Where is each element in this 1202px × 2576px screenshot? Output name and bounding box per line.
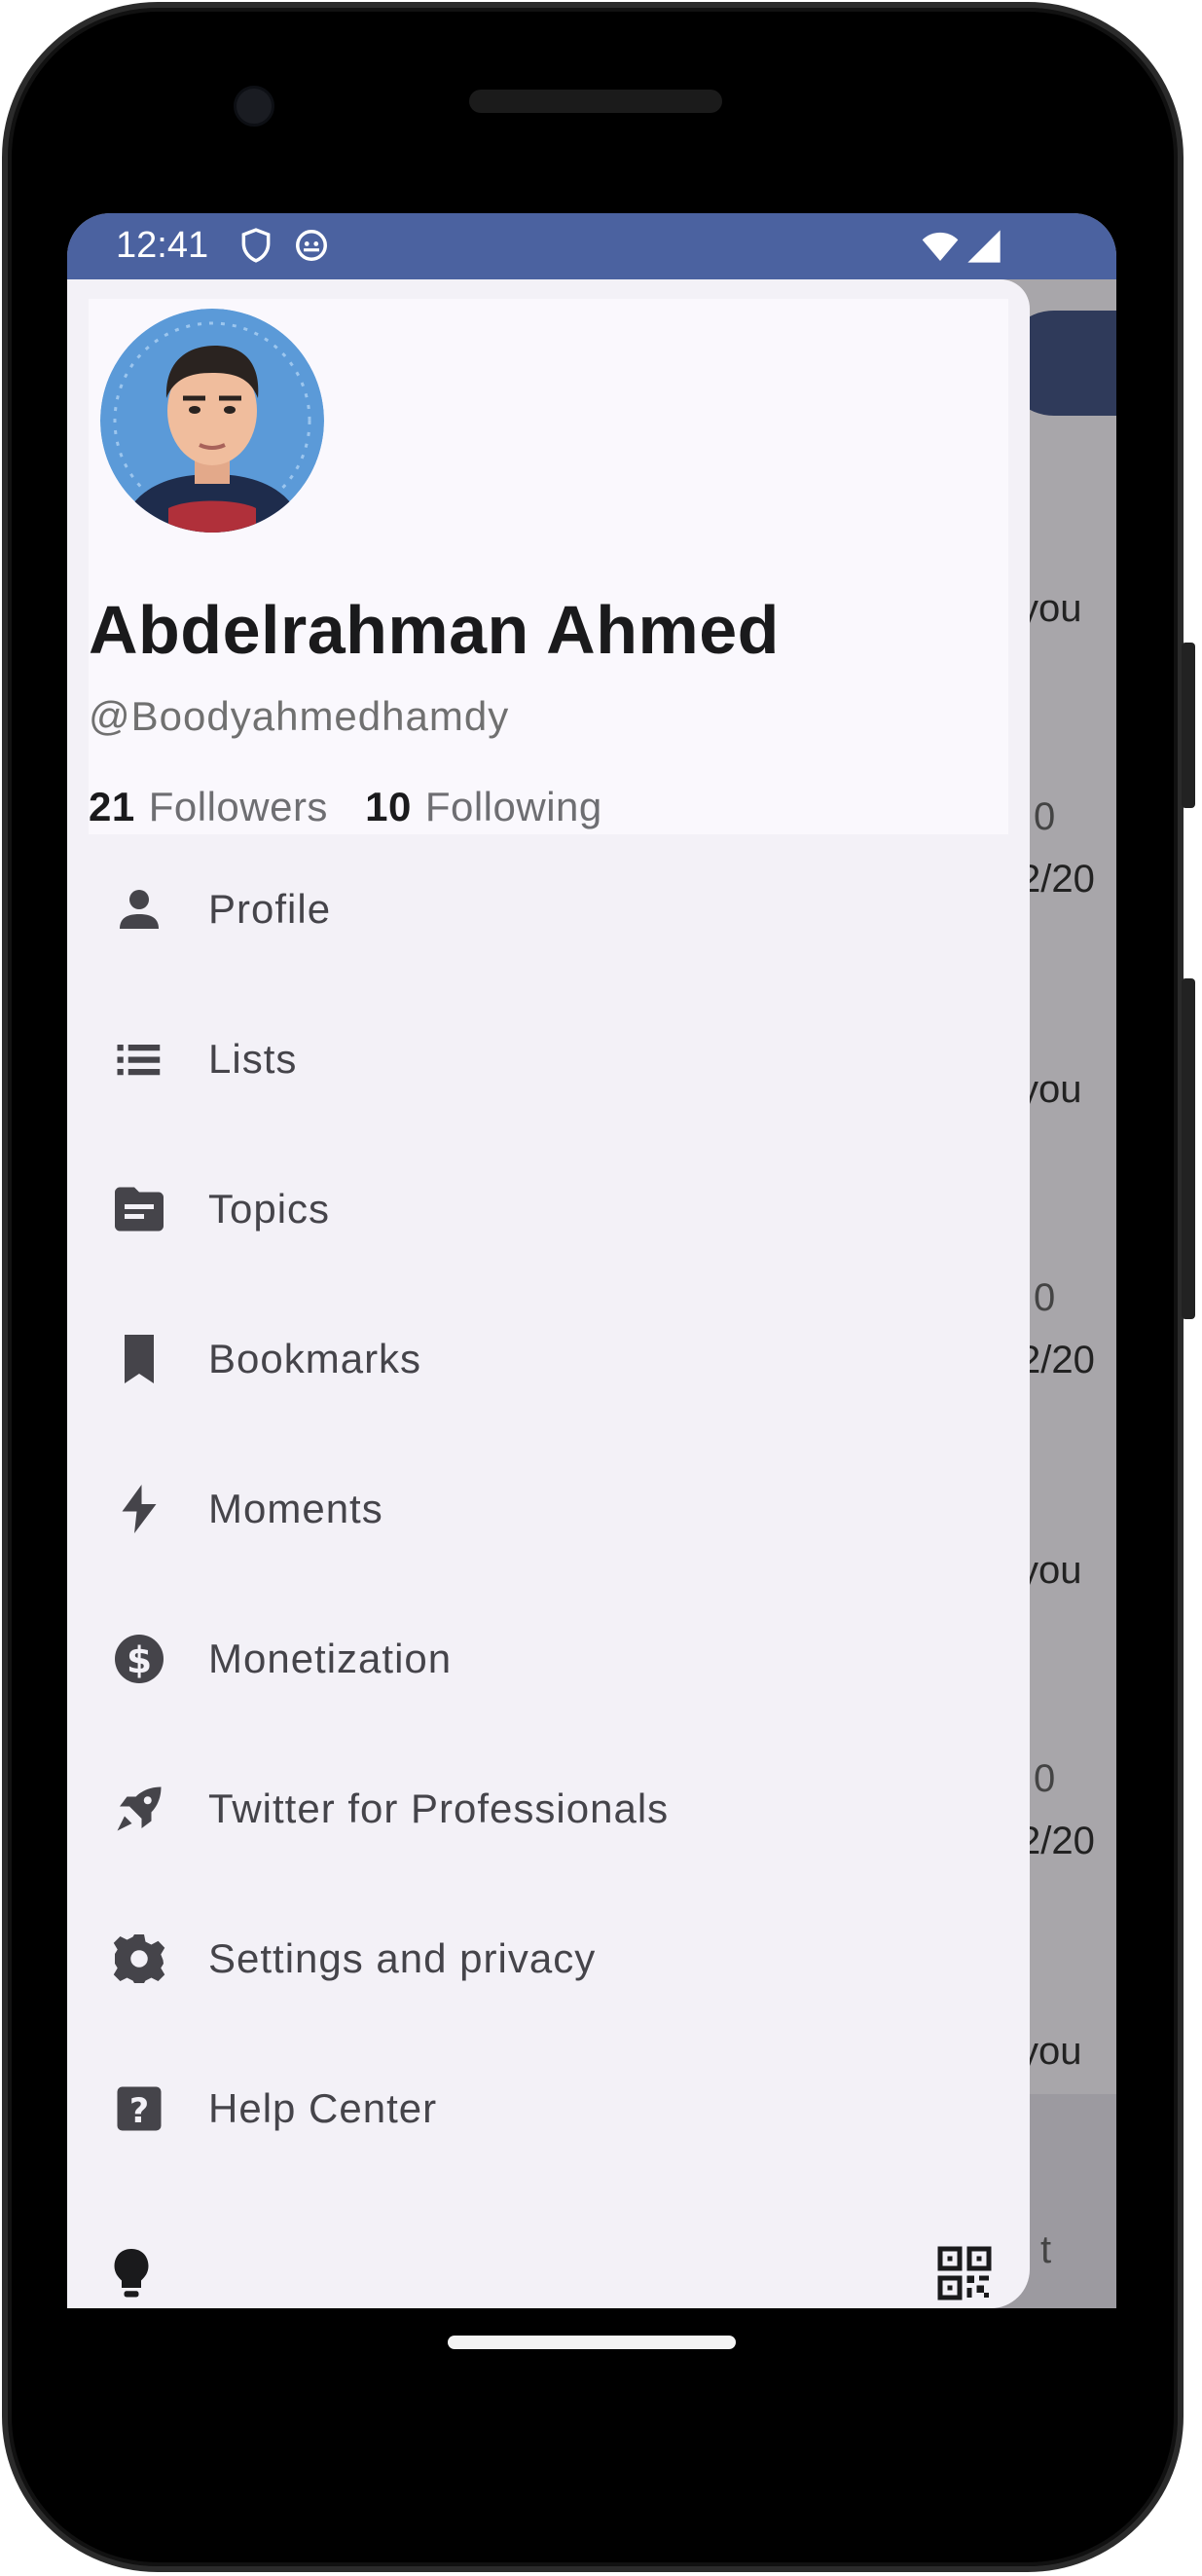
following-count: 10 [365,784,412,829]
shield-icon [241,228,271,263]
menu-item-twitter-for-professionals[interactable]: Twitter for Professionals [67,1734,1030,1884]
screen: you 0 2/20 you 0 2/20 you 0 2/20 you t 1… [67,213,1116,2308]
home-indicator[interactable] [448,2336,736,2349]
volume-button [1182,978,1195,1319]
front-camera [234,86,274,127]
help-icon: ? [117,2086,162,2131]
profile-handle: @Boodyahmedhamdy [89,693,510,739]
status-bar: 12:41 [67,213,1116,279]
lightning-bolt-icon [122,1485,157,1533]
svg-text:$: $ [127,1638,152,1681]
followers-link[interactable]: 21 Followers [89,784,340,829]
menu-item-label: Bookmarks [208,1336,422,1381]
menu-item-topics[interactable]: Topics [67,1134,1030,1284]
earpiece-speaker [469,90,722,113]
wifi-icon [922,232,959,261]
bookmark-icon [125,1335,154,1383]
background-text: 0 [1034,1757,1056,1800]
background-text: 2/20 [1019,1339,1095,1381]
following-label: Following [424,784,602,829]
power-button [1182,643,1195,808]
menu-item-label: Moments [208,1486,383,1531]
menu-item-label: Twitter for Professionals [208,1785,670,1831]
profile-header: Abdelrahman Ahmed @Boodyahmedhamdy 21 Fol… [89,299,1008,834]
navigation-drawer: Abdelrahman Ahmed @Boodyahmedhamdy 21 Fol… [67,279,1030,2308]
person-icon [120,890,159,929]
background-text: t [1040,2228,1052,2271]
menu-item-label: Topics [208,1186,331,1232]
qr-code-icon[interactable] [935,2244,994,2302]
background-text: 2/20 [1019,1820,1095,1862]
gear-icon [113,1934,165,1983]
status-time: 12:41 [116,225,209,266]
profile-name: Abdelrahman Ahmed [89,592,780,668]
lightbulb-icon[interactable] [102,2244,161,2302]
menu-item-label: Settings and privacy [208,1935,597,1981]
following-link[interactable]: 10 Following [365,784,602,829]
follow-stats: 21 Followers 10 Following [89,784,602,830]
menu-item-label: Profile [208,886,332,932]
menu-item-label: Lists [208,1036,298,1082]
followers-label: Followers [148,784,328,829]
background-text: 2/20 [1019,858,1095,901]
background-text: 0 [1034,795,1056,838]
menu-item-moments[interactable]: Moments [67,1434,1030,1584]
menu-item-settings-and-privacy[interactable]: Settings and privacy [67,1884,1030,2034]
cellular-signal-icon [967,230,1001,263]
dollar-icon: $ [115,1635,164,1683]
menu-item-label: Help Center [208,2085,438,2131]
rocket-icon [117,1786,162,1831]
menu-item-help-center[interactable]: ? Help Center [67,2034,1030,2184]
background-text: 0 [1034,1276,1056,1319]
menu-item-profile[interactable]: Profile [67,834,1030,984]
menu-item-monetization[interactable]: $ Monetization [67,1584,1030,1734]
followers-count: 21 [89,784,135,829]
avatar[interactable] [100,309,324,533]
topic-folder-icon [115,1187,164,1232]
menu-item-lists[interactable]: Lists [67,984,1030,1134]
menu-item-label: Monetization [208,1636,453,1681]
svg-text:?: ? [129,2092,149,2131]
list-icon [117,1045,161,1076]
menu-item-bookmarks[interactable]: Bookmarks [67,1284,1030,1434]
android-debug-icon [296,230,327,261]
